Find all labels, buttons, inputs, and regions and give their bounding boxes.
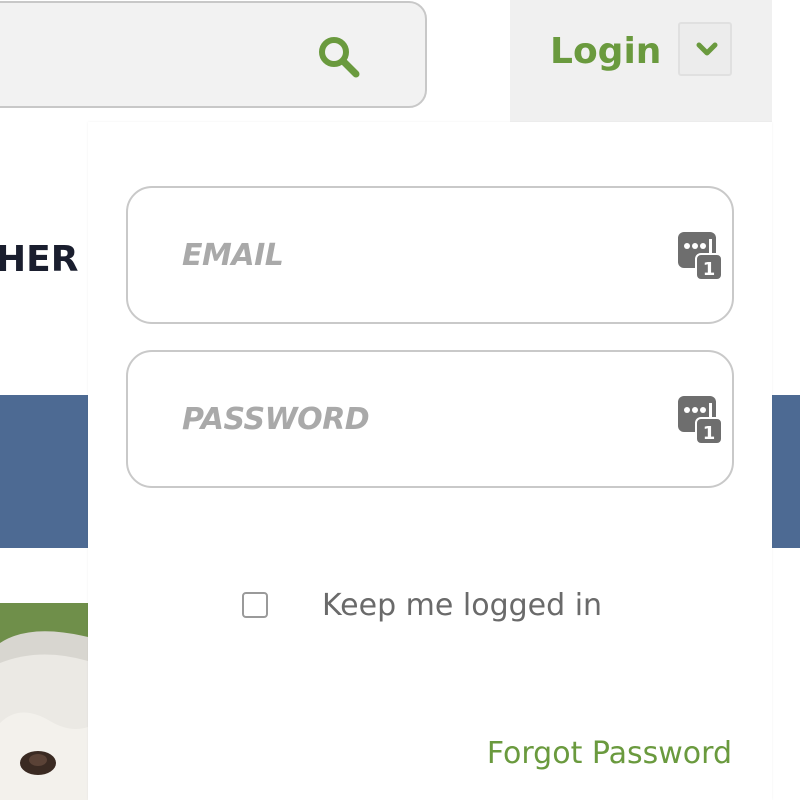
- password-placeholder: PASSWORD: [182, 402, 370, 437]
- dog-photo: [0, 603, 88, 800]
- password-manager-badge: 1: [703, 259, 716, 280]
- keep-logged-in-checkbox[interactable]: [242, 592, 268, 618]
- email-field[interactable]: EMAIL 1: [126, 186, 734, 324]
- search-icon[interactable]: [315, 33, 363, 81]
- chevron-down-icon: [696, 42, 718, 56]
- blue-banner-right: [772, 395, 800, 548]
- forgot-password-link[interactable]: Forgot Password: [487, 732, 732, 776]
- password-field[interactable]: PASSWORD 1: [126, 350, 734, 488]
- login-dropdown-panel: EMAIL 1 PASSWORD 1 Keep me logged in For…: [88, 122, 772, 800]
- login-label[interactable]: Login: [550, 28, 661, 76]
- section-heading-partial: HER S: [0, 239, 88, 280]
- top-header: Login: [0, 0, 800, 122]
- password-manager-icon[interactable]: 1: [676, 230, 724, 282]
- login-dropdown-toggle[interactable]: [678, 22, 732, 76]
- login-menu[interactable]: Login: [510, 0, 772, 122]
- password-manager-icon[interactable]: 1: [676, 394, 724, 446]
- keep-logged-in-label[interactable]: Keep me logged in: [322, 584, 602, 628]
- email-placeholder: EMAIL: [182, 238, 284, 273]
- blue-banner-left: [0, 395, 88, 548]
- password-manager-badge: 1: [703, 423, 716, 444]
- search-input[interactable]: [0, 1, 427, 108]
